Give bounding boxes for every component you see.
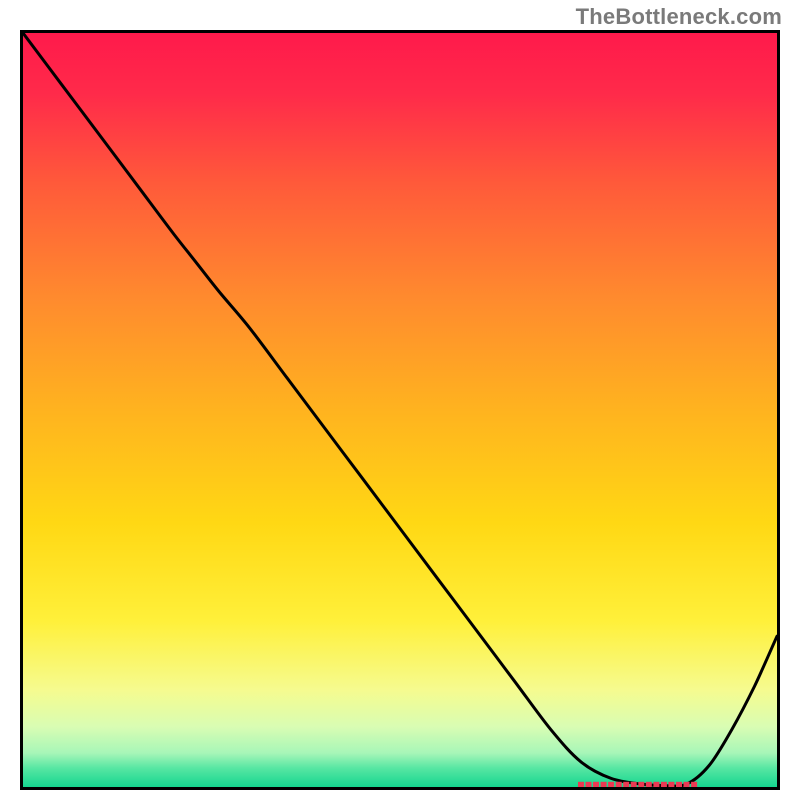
highlight-dot [601, 782, 607, 787]
highlight-dot [691, 782, 697, 787]
highlight-dot [608, 782, 614, 787]
highlight-dot [593, 782, 599, 787]
plot-frame [20, 30, 780, 790]
highlight-dot [646, 782, 652, 787]
highlight-dot [668, 782, 674, 787]
highlight-dot [616, 782, 622, 787]
gradient-background [23, 33, 777, 787]
highlight-dot [578, 782, 584, 787]
chart-stage: TheBottleneck.com [0, 0, 800, 800]
highlight-dot [684, 782, 690, 787]
plot-svg [23, 33, 777, 787]
highlight-dot [631, 782, 637, 787]
highlight-dot [638, 782, 644, 787]
watermark-text: TheBottleneck.com [576, 4, 782, 30]
highlight-dot [653, 782, 659, 787]
highlight-dot [676, 782, 682, 787]
highlight-dot [623, 782, 629, 787]
highlight-dot [661, 782, 667, 787]
highlight-dot [586, 782, 592, 787]
